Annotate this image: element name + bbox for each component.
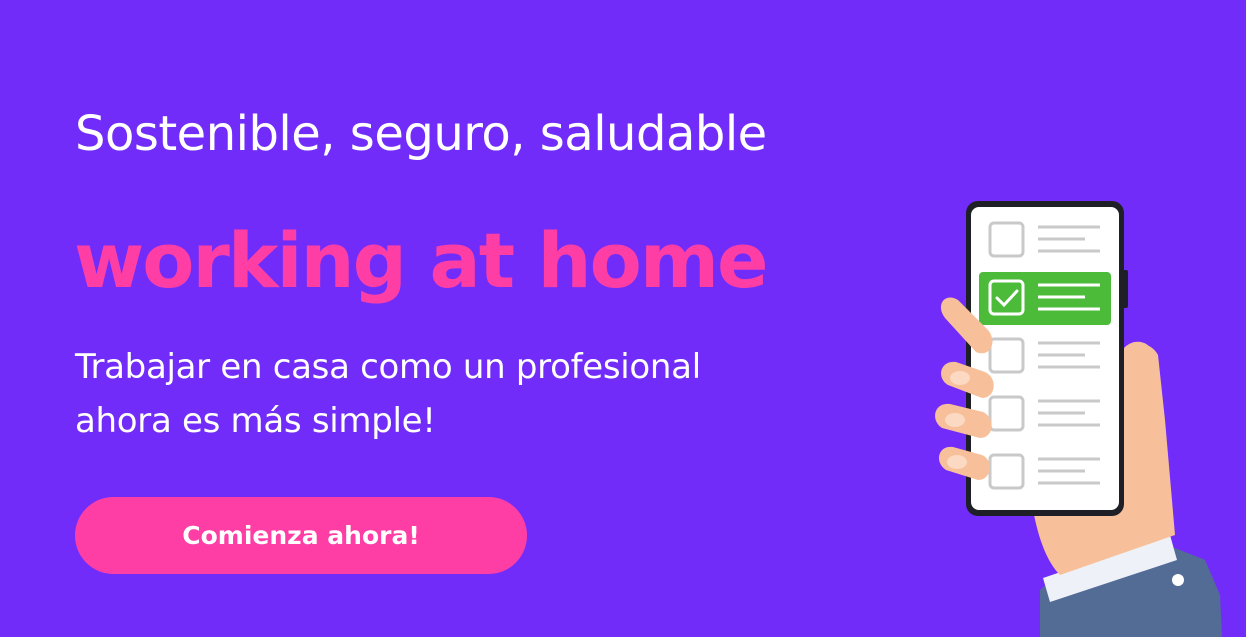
phone-in-hand-illustration <box>935 201 1222 637</box>
phone <box>966 201 1128 516</box>
phone-side-button <box>1122 270 1128 308</box>
fingernail-3 <box>947 455 967 469</box>
banner-headline: working at home <box>74 216 769 305</box>
fingernail-2 <box>945 413 965 427</box>
fingernail-1 <box>950 371 970 385</box>
promo-banner: Sostenible, seguro, saludable working at… <box>0 0 1246 637</box>
description-line-1: Trabajar en casa como un profesional <box>75 347 701 387</box>
banner-description: Trabajar en casa como un profesional aho… <box>75 340 701 448</box>
banner-subtitle: Sostenible, seguro, saludable <box>75 106 767 162</box>
start-now-button[interactable]: Comienza ahora! <box>75 497 527 574</box>
sleeve-button <box>1172 574 1184 586</box>
description-line-2: ahora es más simple! <box>75 401 436 441</box>
